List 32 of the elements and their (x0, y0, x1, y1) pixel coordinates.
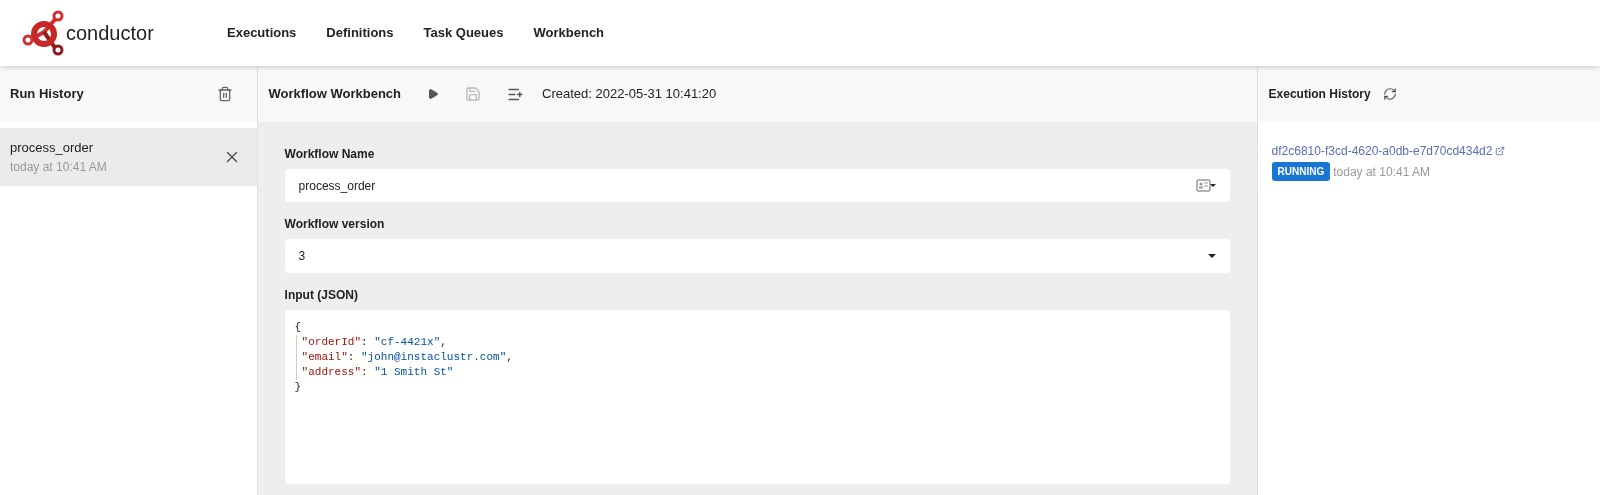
code-line: "orderId": "cf-4421x", (301, 335, 447, 350)
code-line: "email": "john@instaclustr.com", (301, 350, 513, 365)
dropdown-icon (1195, 178, 1216, 193)
refresh-icon[interactable] (1382, 87, 1397, 101)
execution-link[interactable]: df2c6810-f3cd-4620-a0db-e7d70cd434d2 (1271, 142, 1493, 160)
nav-link[interactable]: Workbench (518, 23, 620, 43)
delete-icon[interactable] (216, 86, 233, 102)
field-label: Workflow version (284, 216, 386, 233)
run-icon[interactable] (427, 88, 439, 100)
nav-link[interactable]: Definitions (311, 23, 409, 43)
field-label: Workflow Name (284, 146, 376, 163)
run-time: today at 10:41 AM (10, 158, 107, 176)
history-item[interactable]: process_order today at 10:41 AM (0, 128, 257, 186)
caret-icon (1207, 254, 1216, 258)
external-link-icon (1495, 146, 1506, 156)
workflow-name: process_order (10, 139, 95, 158)
execution-time: today at 10:41 AM (1333, 163, 1430, 181)
field-label: Input (JSON) (284, 287, 359, 304)
nav-link[interactable]: Task Queues (408, 23, 519, 43)
workbench-title: Workflow Workbench (268, 85, 401, 104)
panel-title: Run History (10, 85, 84, 104)
status-badge: RUNNING (1271, 162, 1331, 181)
code-line: { (294, 320, 302, 335)
code-line: "address": "1 Smith St" (301, 365, 454, 380)
workflow-name-field[interactable]: process_order (284, 169, 1230, 202)
json-editor[interactable]: { "orderId": "cf-4421x", "email": "john@instaclustr.com", "address": "1 Smith St" } (284, 310, 1230, 484)
created-text: Created: 2022-05-31 10:41:20 (542, 85, 717, 104)
logo-text: conductor (66, 21, 154, 46)
version-select[interactable]: 3 (284, 239, 1230, 273)
panel-title: Execution History (1268, 86, 1371, 103)
code-line: } (294, 380, 302, 395)
nav-link[interactable]: Executions (212, 23, 312, 43)
